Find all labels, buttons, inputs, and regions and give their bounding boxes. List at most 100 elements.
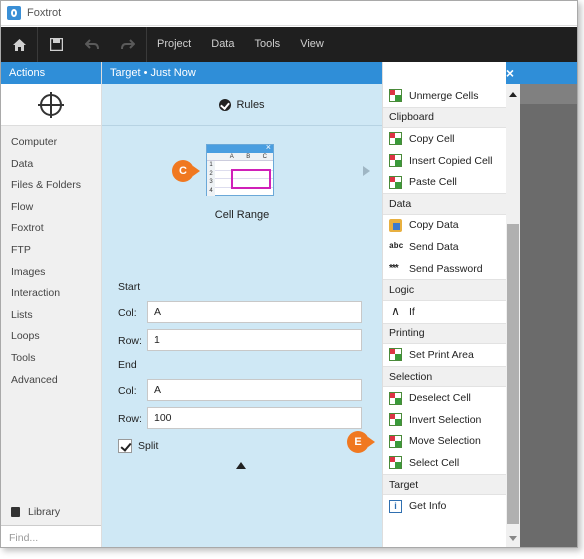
save-icon[interactable] bbox=[38, 27, 74, 62]
category-interaction[interactable]: Interaction bbox=[1, 283, 101, 305]
scroll-up-icon[interactable] bbox=[509, 92, 517, 97]
end-col-field[interactable]: A bbox=[147, 379, 362, 401]
grid-row-headers: 1 2 3 4 bbox=[207, 161, 215, 196]
check-circle-icon bbox=[219, 98, 232, 111]
category-computer[interactable]: Computer bbox=[1, 132, 101, 154]
menu-tools[interactable]: Tools bbox=[245, 27, 291, 62]
book-icon bbox=[11, 507, 20, 517]
end-row-label: Row: bbox=[118, 413, 142, 425]
redo-icon[interactable] bbox=[110, 27, 146, 62]
action-copy-cell[interactable]: Copy Cell bbox=[383, 128, 507, 150]
action-label: Invert Selection bbox=[409, 413, 482, 426]
target-panel: Target • Just Now Rules C A B C 1 2 3 4 bbox=[102, 62, 382, 547]
category-clipboard: Clipboard bbox=[383, 106, 507, 129]
library-link[interactable]: Library bbox=[1, 501, 101, 523]
action-send-password[interactable]: *** Send Password bbox=[383, 258, 507, 280]
action-label: Copy Cell bbox=[409, 132, 455, 145]
action-move-selection[interactable]: Move Selection bbox=[383, 431, 507, 453]
split-option[interactable]: Split bbox=[118, 439, 158, 453]
target-picker[interactable] bbox=[1, 84, 101, 126]
menu-data[interactable]: Data bbox=[201, 27, 244, 62]
action-label: If bbox=[409, 305, 415, 318]
scroll-down-icon[interactable] bbox=[509, 536, 517, 541]
category-images[interactable]: Images bbox=[1, 262, 101, 284]
action-unmerge-cells[interactable]: Unmerge Cells bbox=[383, 85, 507, 107]
home-icon[interactable] bbox=[1, 27, 37, 62]
action-list: Unmerge Cells Clipboard Copy Cell Insert… bbox=[382, 62, 507, 547]
actions-header: Actions bbox=[1, 62, 101, 84]
crosshair-icon bbox=[38, 91, 64, 118]
action-if[interactable]: ∧ If bbox=[383, 301, 507, 323]
target-header: Target • Just Now bbox=[102, 62, 382, 84]
callout-badge-c: C bbox=[172, 160, 200, 182]
category-files-folders[interactable]: Files & Folders bbox=[1, 175, 101, 197]
end-section-label: End bbox=[118, 359, 137, 371]
action-label: Paste Cell bbox=[409, 176, 457, 189]
action-paste-cell[interactable]: Paste Cell bbox=[383, 171, 507, 193]
category-selection: Selection bbox=[383, 365, 507, 388]
grid-row-header: 2 bbox=[209, 170, 213, 177]
info-icon: i bbox=[389, 499, 402, 513]
scroll-thumb[interactable] bbox=[507, 224, 519, 524]
actions-panel: Actions Computer Data Files & Folders Fl… bbox=[1, 62, 102, 547]
cells-icon bbox=[389, 132, 402, 146]
action-label: Set Print Area bbox=[409, 348, 474, 361]
app-window: Foxtrot Project Data Tools View Actions … bbox=[0, 0, 578, 548]
password-icon: *** bbox=[389, 263, 399, 275]
action-list-scrollbar[interactable] bbox=[506, 84, 520, 547]
cells-icon bbox=[389, 391, 402, 405]
start-row-field[interactable]: 1 bbox=[147, 329, 362, 351]
action-get-info[interactable]: i Get Info bbox=[383, 495, 507, 517]
end-row-field[interactable]: 100 bbox=[147, 407, 362, 429]
action-send-data[interactable]: abc Send Data bbox=[383, 236, 507, 258]
category-data: Data bbox=[383, 193, 507, 215]
category-list: Computer Data Files & Folders Flow Foxtr… bbox=[1, 126, 101, 391]
cells-icon bbox=[389, 154, 402, 168]
category-data[interactable]: Data bbox=[1, 154, 101, 176]
action-label: Send Data bbox=[409, 240, 459, 253]
collapse-arrow-icon[interactable] bbox=[236, 462, 246, 469]
action-deselect-cell[interactable]: Deselect Cell bbox=[383, 387, 507, 409]
grid-col-header: C bbox=[262, 154, 267, 160]
abc-icon: abc bbox=[389, 242, 404, 252]
foxtrot-logo-icon bbox=[7, 6, 21, 20]
category-loops[interactable]: Loops bbox=[1, 326, 101, 348]
library-label: Library bbox=[28, 506, 61, 518]
action-set-print-area[interactable]: Set Print Area bbox=[383, 344, 507, 366]
action-label: Deselect Cell bbox=[409, 392, 471, 405]
grid-row-header: 3 bbox=[209, 179, 213, 185]
cell-range-label: Cell Range bbox=[214, 209, 270, 221]
grid-row-header: 1 bbox=[209, 162, 213, 168]
category-lists[interactable]: Lists bbox=[1, 305, 101, 327]
menu-project[interactable]: Project bbox=[147, 27, 201, 62]
cells-icon bbox=[389, 89, 402, 103]
cells-icon bbox=[389, 175, 402, 189]
category-flow[interactable]: Flow bbox=[1, 197, 101, 219]
menu-view[interactable]: View bbox=[290, 27, 334, 62]
action-select-cell[interactable]: Select Cell bbox=[383, 452, 507, 474]
category-tools[interactable]: Tools bbox=[1, 348, 101, 370]
category-foxtrot[interactable]: Foxtrot bbox=[1, 218, 101, 240]
next-arrow-icon[interactable] bbox=[363, 166, 370, 176]
action-label: Copy Data bbox=[409, 219, 459, 232]
cell-range-icon[interactable]: A B C 1 2 3 4 bbox=[206, 144, 274, 196]
print-area-icon bbox=[389, 348, 402, 362]
cells-icon bbox=[389, 434, 402, 448]
grid-col-header: B bbox=[246, 154, 251, 160]
action-invert-selection[interactable]: Invert Selection bbox=[383, 409, 507, 431]
undo-icon[interactable] bbox=[74, 27, 110, 62]
title-bar: Foxtrot bbox=[1, 1, 577, 26]
start-col-field[interactable]: A bbox=[147, 301, 362, 323]
action-copy-data[interactable]: Copy Data bbox=[383, 215, 507, 237]
category-advanced[interactable]: Advanced bbox=[1, 370, 101, 392]
rules-button[interactable]: Rules bbox=[102, 84, 382, 126]
action-label: Insert Copied Cell bbox=[409, 154, 493, 167]
start-section-label: Start bbox=[118, 281, 141, 293]
start-col-label: Col: bbox=[118, 307, 137, 319]
action-insert-copied-cell[interactable]: Insert Copied Cell bbox=[383, 150, 507, 172]
category-ftp[interactable]: FTP bbox=[1, 240, 101, 262]
find-input[interactable]: Find... bbox=[1, 525, 101, 547]
split-checkbox[interactable] bbox=[118, 439, 132, 453]
window-title: Foxtrot bbox=[27, 7, 62, 19]
grid-col-header bbox=[207, 153, 224, 160]
